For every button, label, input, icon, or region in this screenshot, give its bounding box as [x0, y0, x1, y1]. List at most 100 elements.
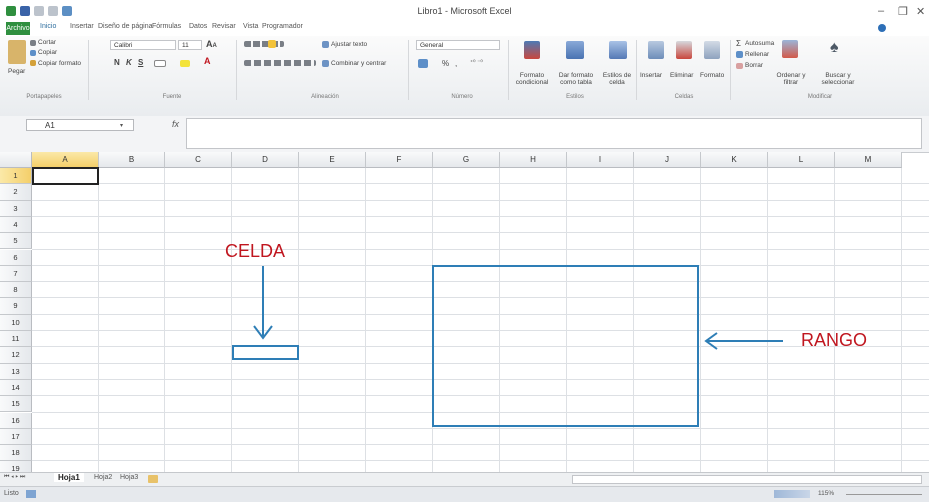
row-header-4[interactable]: 4 [0, 216, 32, 234]
copy-button[interactable]: Copiar [38, 49, 57, 56]
align-top-icons[interactable] [244, 41, 284, 47]
paste-icon [8, 40, 26, 64]
macro-record-icon[interactable] [26, 490, 36, 498]
sheet-nav-arrows-icon[interactable]: ⏮ ◂ ▸ ⏭ [4, 474, 25, 481]
column-header-k[interactable]: K [701, 152, 768, 168]
find-binoculars-icon: ♠ [830, 39, 839, 56]
row-header-5[interactable]: 5 [0, 233, 32, 250]
restore-button[interactable]: ❐ [898, 5, 908, 18]
column-header-i[interactable]: I [567, 152, 634, 168]
cut-button[interactable]: Cortar [38, 39, 56, 46]
merge-center-button[interactable]: Combinar y centrar [331, 60, 386, 67]
name-box[interactable]: A1 [26, 119, 134, 131]
row-header-12[interactable]: 12 [0, 347, 32, 364]
row-header-14[interactable]: 14 [0, 379, 32, 397]
row-header-10[interactable]: 10 [0, 314, 32, 331]
tab-inicio[interactable]: Inicio [40, 23, 56, 30]
delete-cells-button[interactable]: Eliminar [670, 72, 693, 79]
sheet-tab-hoja2[interactable]: Hoja2 [94, 474, 112, 481]
tab-vista[interactable]: Vista [243, 23, 258, 30]
insert-cells-button[interactable]: Insertar [640, 72, 662, 79]
row-header-11[interactable]: 11 [0, 331, 32, 348]
grow-font-icon[interactable]: AA [206, 39, 217, 49]
format-cells-icon [704, 41, 720, 59]
row-header-15[interactable]: 15 [0, 396, 32, 413]
tab-datos[interactable]: Datos [189, 23, 207, 30]
format-as-table-button[interactable]: Dar formato como tabla [553, 72, 599, 86]
align-middle-icon[interactable] [268, 40, 276, 48]
row-header-1[interactable]: 1 [0, 168, 32, 185]
minimize-button[interactable]: – [878, 5, 884, 17]
tab-archivo[interactable]: Archivo [6, 22, 30, 35]
name-box-dropdown-icon[interactable]: ▾ [120, 122, 123, 129]
horizontal-scrollbar[interactable] [572, 475, 922, 484]
format-cells-button[interactable]: Formato [700, 72, 724, 79]
active-cell[interactable] [32, 167, 99, 185]
fill-button[interactable]: Rellenar [745, 51, 769, 58]
row-header-9[interactable]: 9 [0, 298, 32, 315]
insert-function-icon[interactable]: fx [172, 119, 179, 129]
wrap-text-button[interactable]: Ajustar texto [331, 41, 367, 48]
row-header-13[interactable]: 13 [0, 363, 32, 380]
clear-button[interactable]: Borrar [745, 62, 763, 69]
column-header-c[interactable]: C [165, 152, 232, 168]
zoom-slider[interactable] [846, 494, 922, 495]
row-header-17[interactable]: 17 [0, 428, 32, 446]
column-header-g[interactable]: G [433, 152, 500, 168]
sort-filter-button[interactable]: Ordenar y filtrar [773, 72, 809, 86]
tab-revisar[interactable]: Revisar [212, 23, 236, 30]
comma-style-icon[interactable]: , [455, 59, 457, 68]
row-header-8[interactable]: 8 [0, 282, 32, 299]
sheet-tab-hoja3[interactable]: Hoja3 [120, 474, 138, 481]
select-all-button[interactable] [0, 152, 32, 168]
formula-input[interactable] [186, 118, 922, 149]
find-select-button[interactable]: Buscar y seleccionar [816, 72, 860, 86]
underline-button[interactable]: S [138, 58, 143, 67]
accounting-format-icon[interactable] [418, 59, 428, 68]
row-header-18[interactable]: 18 [0, 445, 32, 462]
column-header-l[interactable]: L [768, 152, 835, 168]
row-header-3[interactable]: 3 [0, 200, 32, 217]
align-horizontal-icons[interactable] [244, 60, 316, 66]
tab-insertar[interactable]: Insertar [70, 23, 94, 30]
borders-icon[interactable] [154, 60, 166, 67]
conditional-format-button[interactable]: Formato condicional [512, 72, 552, 86]
italic-button[interactable]: K [126, 58, 132, 67]
column-header-a[interactable]: A [32, 152, 99, 168]
percent-icon[interactable]: % [442, 59, 449, 68]
decimal-buttons-icon[interactable]: ⁺⁰ ⁻⁰ [470, 59, 483, 66]
row-header-6[interactable]: 6 [0, 249, 32, 266]
paste-button[interactable]: Pegar [8, 68, 25, 75]
tab-diseno-pagina[interactable]: Diseño de página [98, 23, 153, 30]
row-header-7[interactable]: 7 [0, 265, 32, 283]
column-header-h[interactable]: H [500, 152, 567, 168]
autosum-button[interactable]: Autosuma [745, 40, 774, 47]
column-header-b[interactable]: B [99, 152, 165, 168]
font-color-icon[interactable]: A [204, 56, 211, 66]
row-header-2[interactable]: 2 [0, 184, 32, 201]
column-header-e[interactable]: E [299, 152, 366, 168]
column-header-j[interactable]: J [634, 152, 701, 168]
insert-sheet-icon[interactable] [148, 475, 158, 483]
group-separator [236, 40, 237, 100]
gridline-horizontal [32, 460, 929, 462]
font-name-select[interactable]: Calibri [110, 40, 176, 50]
row-header-16[interactable]: 16 [0, 412, 32, 429]
view-buttons-icon[interactable] [774, 490, 810, 498]
format-painter-button[interactable]: Copiar formato [38, 60, 81, 67]
tab-programador[interactable]: Programador [262, 23, 303, 30]
cell-styles-button[interactable]: Estilos de celda [598, 72, 636, 86]
bold-button[interactable]: N [114, 58, 120, 67]
column-header-f[interactable]: F [366, 152, 433, 168]
ribbon: Pegar Cortar Copiar Copiar formato Porta… [0, 36, 929, 117]
number-format-select[interactable]: General [416, 40, 500, 50]
fill-color-icon[interactable] [180, 60, 190, 67]
close-button[interactable]: ✕ [916, 5, 925, 18]
column-header-d[interactable]: D [232, 152, 299, 168]
tab-formulas[interactable]: Fórmulas [152, 23, 181, 30]
column-header-m[interactable]: M [835, 152, 902, 168]
help-icon[interactable] [878, 24, 886, 32]
font-size-select[interactable]: 11 [178, 40, 202, 50]
sheet-tab-hoja1[interactable]: Hoja1 [54, 473, 84, 482]
group-label-alignment: Alineación [311, 94, 339, 100]
